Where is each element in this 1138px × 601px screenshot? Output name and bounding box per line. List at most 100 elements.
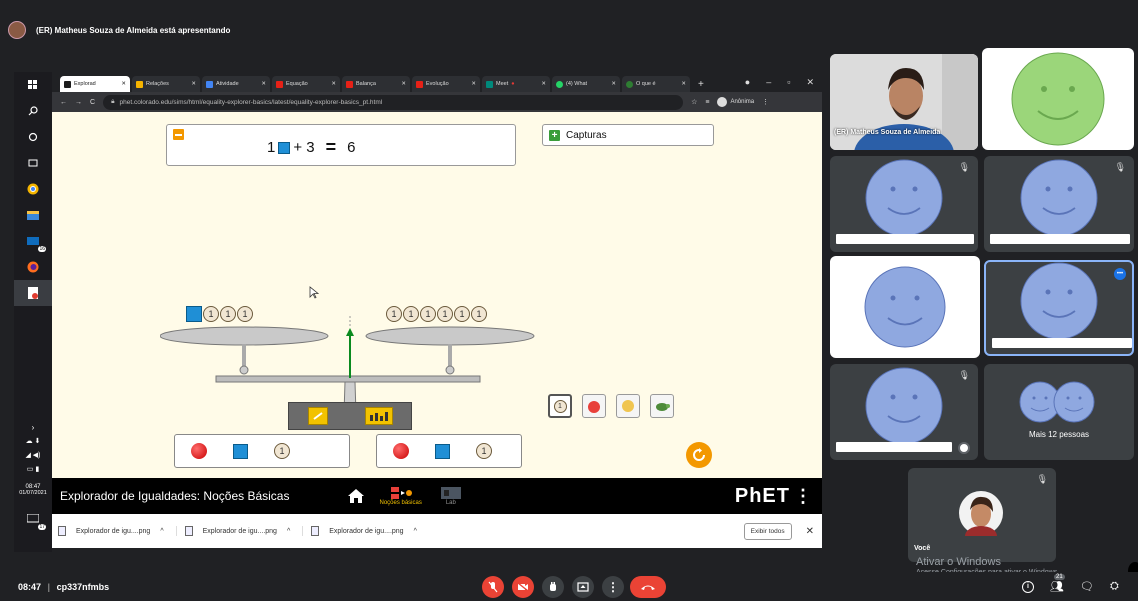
orange-picker[interactable] bbox=[616, 394, 640, 418]
reload-icon[interactable]: C bbox=[90, 99, 95, 106]
tab-meet[interactable]: Meet ● ✕ bbox=[482, 76, 550, 92]
blue-square-item[interactable] bbox=[435, 443, 450, 459]
pdf-app-icon[interactable] bbox=[14, 280, 52, 306]
download-item[interactable]: Explorador de igu....png ^ bbox=[58, 526, 177, 536]
notification-badge: 17 bbox=[38, 524, 46, 530]
reading-list-icon[interactable]: ≡ bbox=[705, 99, 709, 106]
tab-evolucao[interactable]: Evolução ✕ bbox=[412, 76, 480, 92]
coin-item[interactable]: 1 bbox=[471, 306, 487, 322]
people-icon[interactable]: 👥︎ 21 bbox=[1050, 574, 1065, 593]
leave-call-button[interactable] bbox=[630, 576, 666, 598]
coin-item[interactable]: 1 bbox=[220, 306, 236, 322]
expand-snapshots-icon[interactable]: + bbox=[549, 129, 560, 141]
screen-basics-button[interactable]: Noções básicas bbox=[379, 486, 422, 506]
present-button[interactable] bbox=[572, 576, 594, 598]
meeting-details-icon[interactable]: i bbox=[1022, 580, 1034, 593]
firefox-icon[interactable] bbox=[14, 254, 52, 280]
coin-item[interactable]: 1 bbox=[274, 443, 290, 459]
coin-item[interactable]: 1 bbox=[237, 306, 253, 322]
download-item[interactable]: Explorador de igu....png ^ bbox=[184, 526, 304, 536]
close-window-icon[interactable]: ✕ bbox=[806, 77, 814, 88]
tab-whatsapp[interactable]: (4) What ✕ bbox=[552, 76, 620, 92]
windows-start-icon[interactable] bbox=[14, 72, 52, 98]
coin-item[interactable]: 1 bbox=[386, 306, 402, 322]
meeting-info: 08:47 | cp337nfmbs bbox=[18, 582, 110, 592]
bookmark-star-icon[interactable]: ☆ bbox=[691, 98, 697, 106]
snapshots-panel[interactable]: + Capturas bbox=[542, 124, 714, 146]
home-icon[interactable] bbox=[347, 488, 365, 504]
tab-atividade[interactable]: Atividade ✕ bbox=[202, 76, 270, 92]
camera-toggle-button[interactable] bbox=[512, 576, 534, 598]
tab-relacoes[interactable]: Relações ✕ bbox=[132, 76, 200, 92]
taskbar-date[interactable]: 01/07/2021 bbox=[14, 490, 52, 496]
volume-icon[interactable]: ◢ ◀) bbox=[14, 448, 52, 462]
collapse-equation-button[interactable] bbox=[173, 129, 184, 140]
tilt-toggle-button[interactable] bbox=[307, 407, 328, 425]
notification-icon[interactable]: 17 bbox=[14, 506, 52, 532]
profile-dot-icon[interactable]: ● bbox=[745, 77, 750, 87]
participant-tile[interactable]: 🎙︎ bbox=[830, 156, 978, 252]
more-options-button[interactable]: ⋮ bbox=[602, 576, 624, 598]
mail-icon[interactable]: 16 bbox=[14, 228, 52, 254]
organize-toggle-button[interactable] bbox=[364, 407, 393, 425]
participant-tile[interactable] bbox=[830, 256, 980, 358]
maximize-icon[interactable]: ▫ bbox=[787, 77, 790, 87]
close-downloads-icon[interactable]: ✕ bbox=[806, 526, 814, 537]
minimize-icon[interactable]: – bbox=[766, 77, 771, 87]
participant-tile[interactable]: 🎙︎ bbox=[984, 156, 1134, 252]
reset-all-button[interactable] bbox=[686, 442, 712, 468]
more-participants-tile[interactable]: Mais 12 pessoas bbox=[984, 364, 1134, 460]
coin-item[interactable]: 1 bbox=[437, 306, 453, 322]
tab-equacao[interactable]: Equação ✕ bbox=[272, 76, 340, 92]
presenter-video-tile[interactable]: (ER) Matheus Souza de Almeida bbox=[830, 54, 978, 150]
chevron-up-icon[interactable]: ^ bbox=[414, 528, 417, 535]
new-tab-button[interactable]: + bbox=[692, 76, 710, 92]
participant-tile-speaking[interactable]: ••• bbox=[984, 260, 1134, 356]
activities-icon[interactable]: ⛭ bbox=[1110, 580, 1119, 593]
incognito-profile[interactable]: Anônima bbox=[717, 97, 754, 107]
red-ball-item[interactable] bbox=[393, 443, 409, 459]
cortana-icon[interactable] bbox=[14, 124, 52, 150]
blue-square-item[interactable] bbox=[233, 443, 248, 459]
show-all-downloads-button[interactable]: Exibir todos bbox=[743, 522, 792, 540]
forward-icon[interactable]: → bbox=[75, 99, 82, 106]
coin-item[interactable]: 1 bbox=[476, 443, 492, 459]
mic-toggle-button[interactable] bbox=[482, 576, 504, 598]
phet-menu-icon[interactable]: ⋮ bbox=[794, 486, 812, 507]
tab-o-que-e[interactable]: O que é ✕ bbox=[622, 76, 690, 92]
equation-right: 6 bbox=[347, 139, 356, 156]
coin-item[interactable]: 1 bbox=[203, 306, 219, 322]
download-item[interactable]: Explorador de igu....png ^ bbox=[311, 526, 429, 536]
participant-tile[interactable]: 🎙︎ bbox=[830, 364, 978, 460]
coin-picker[interactable]: 1 bbox=[548, 394, 572, 418]
pin-icon[interactable] bbox=[958, 442, 970, 454]
file-explorer-icon[interactable] bbox=[14, 202, 52, 228]
tab-balanca[interactable]: Balança ✕ bbox=[342, 76, 410, 92]
blue-square-item[interactable] bbox=[186, 306, 202, 322]
chevron-up-icon[interactable]: ^ bbox=[287, 528, 290, 535]
screen-lab-button[interactable]: Lab bbox=[440, 486, 462, 506]
url-field[interactable]: 🔒︎ phet.colorado.edu/sims/html/equality-… bbox=[103, 94, 684, 110]
coin-item[interactable]: 1 bbox=[403, 306, 419, 322]
chrome-icon[interactable] bbox=[14, 176, 52, 202]
back-icon[interactable]: ← bbox=[60, 99, 67, 106]
red-ball-item[interactable] bbox=[191, 443, 207, 459]
meet-bottom-bar bbox=[0, 572, 1138, 601]
self-view-tile[interactable]: 🎙︎ Você bbox=[908, 468, 1056, 562]
coin-item[interactable]: 1 bbox=[420, 306, 436, 322]
participant-tile[interactable] bbox=[982, 48, 1134, 150]
coin-item[interactable]: 1 bbox=[454, 306, 470, 322]
browser-menu-icon[interactable]: ⋮ bbox=[762, 98, 769, 106]
battery-icon[interactable]: ▭ ▮ bbox=[14, 462, 52, 476]
search-icon[interactable] bbox=[14, 98, 52, 124]
phet-logo[interactable]: PhET bbox=[735, 485, 790, 508]
tab-explorador[interactable]: Explorad ✕ bbox=[60, 76, 130, 92]
chat-icon[interactable]: 🗨︎ bbox=[1080, 580, 1094, 593]
turtle-picker[interactable] bbox=[650, 394, 674, 418]
task-view-icon[interactable] bbox=[14, 150, 52, 176]
raise-hand-button[interactable] bbox=[542, 576, 564, 598]
apple-picker[interactable] bbox=[582, 394, 606, 418]
chevron-up-icon[interactable]: ^ bbox=[160, 528, 163, 535]
network-icon[interactable]: ☁ ⬇ bbox=[14, 434, 52, 448]
chevron-up-icon[interactable]: › bbox=[14, 420, 52, 434]
